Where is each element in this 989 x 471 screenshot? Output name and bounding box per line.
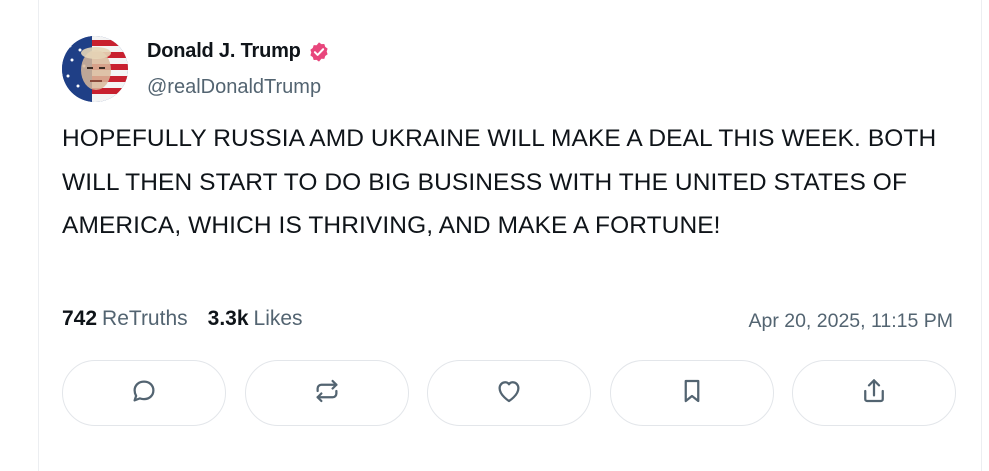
post-stats: 742 ReTruths 3.3k Likes: [62, 307, 323, 331]
share-button[interactable]: [792, 360, 956, 426]
likes-count: 3.3k: [207, 307, 249, 330]
post-timestamp[interactable]: Apr 20, 2025, 11:15 PM: [748, 310, 953, 333]
retruths-stat[interactable]: 742 ReTruths: [62, 307, 188, 331]
author-row: Donald J. Trump: [147, 40, 330, 63]
retruths-label: ReTruths: [102, 307, 188, 330]
likes-label: Likes: [253, 307, 303, 330]
action-bar: [62, 360, 956, 426]
likes-stat[interactable]: 3.3k Likes: [208, 307, 303, 331]
verified-badge-icon: [308, 41, 330, 63]
share-icon: [859, 376, 889, 411]
author-name[interactable]: Donald J. Trump: [147, 40, 301, 63]
retruths-count: 742: [62, 307, 98, 330]
retruth-icon: [312, 376, 342, 411]
avatar-image: [62, 36, 128, 102]
avatar[interactable]: [62, 36, 128, 102]
like-button[interactable]: [427, 360, 591, 426]
bookmark-icon: [677, 376, 707, 411]
retruth-button[interactable]: [244, 360, 409, 426]
reply-icon: [129, 376, 159, 411]
heart-icon: [494, 376, 524, 411]
bookmark-button[interactable]: [609, 360, 774, 426]
post-text: HOPEFULLY RUSSIA AMD UKRAINE WILL MAKE A…: [62, 125, 937, 239]
reply-button[interactable]: [62, 360, 226, 426]
author-handle[interactable]: @realDonaldTrump: [147, 76, 321, 99]
